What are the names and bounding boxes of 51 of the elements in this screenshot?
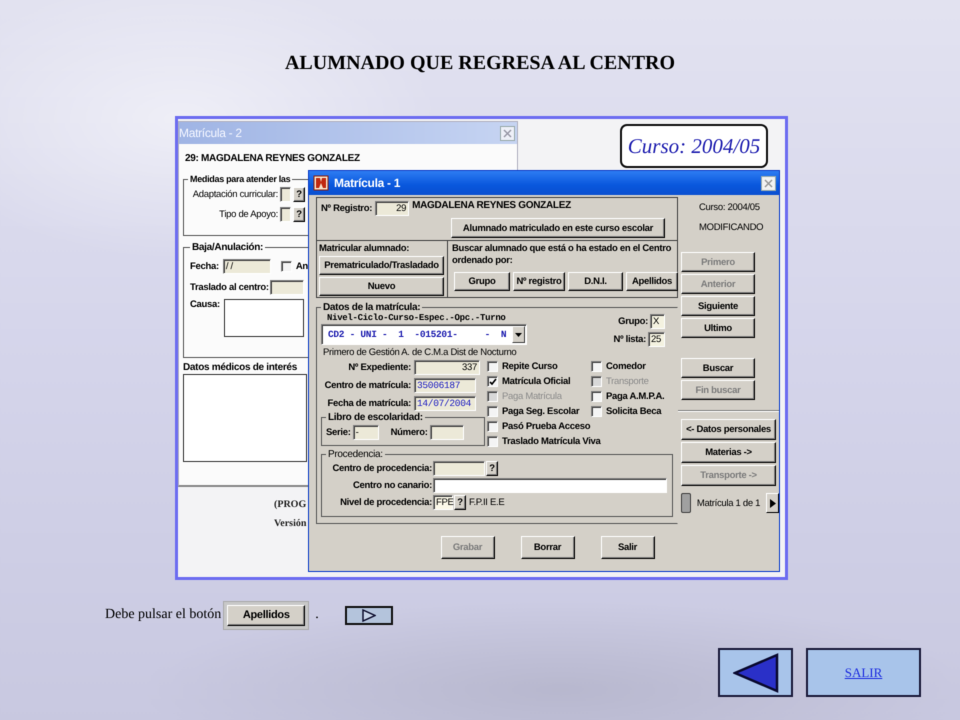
checkbox-label: Repite Curso bbox=[502, 361, 558, 372]
checkbox-label: Traslado Matrícula Viva bbox=[502, 436, 601, 447]
field-label: Nivel de procedencia: bbox=[339, 497, 432, 508]
fieldset-legend: Libro de escolaridad: bbox=[326, 412, 425, 423]
section-label: Datos médicos de interés bbox=[183, 362, 297, 373]
field-label: Centro de procedencia: bbox=[331, 463, 432, 474]
field-label: Centro no canario: bbox=[352, 480, 432, 491]
checkbox-label: An bbox=[296, 260, 308, 272]
fieldset-legend: Procedencia: bbox=[326, 449, 385, 460]
mode-label: MODIFICANDO bbox=[699, 222, 764, 235]
checkbox-label: Transporte bbox=[606, 376, 649, 387]
fieldset-legend: Datos de la matrícula: bbox=[321, 302, 422, 313]
checkbox-label: Pasó Prueba Acceso bbox=[502, 421, 590, 432]
field-label: Centro de matrícula: bbox=[324, 380, 411, 390]
checkbox-label: Solicita Beca bbox=[606, 406, 662, 417]
checkbox-label: Paga A.M.P.A. bbox=[606, 391, 664, 402]
window-title: Matrícula - 1 bbox=[334, 176, 402, 190]
student-name: 29: MAGDALENA REYNES GONZALEZ bbox=[185, 153, 360, 164]
record-counter: Matrícula 1 de 1 bbox=[696, 498, 762, 508]
student-name: MAGDALENA REYNES GONZALEZ bbox=[412, 200, 571, 211]
course-badge: Curso: 2004/05 bbox=[620, 124, 768, 168]
background-text: Versión bbox=[274, 518, 306, 529]
window-title: Matrícula - 2 bbox=[179, 126, 242, 140]
checkbox-label: Matrícula Oficial bbox=[502, 376, 570, 387]
page-title: ALUMNADO QUE REGRESA AL CENTRO bbox=[284, 52, 676, 76]
checkbox-label: Paga Seg. Escolar bbox=[502, 406, 580, 417]
checkbox-label: Comedor bbox=[606, 361, 646, 372]
field-label: Nº lista: bbox=[614, 334, 646, 344]
fieldset-legend: Medidas para atender las bbox=[188, 174, 292, 184]
fieldset-legend: Baja/Anulación: bbox=[190, 242, 266, 253]
section-label: Matricular alumnado: bbox=[319, 243, 410, 254]
course-description: Primero de Gestión A. de C.M.a Dist de Nocturno bbox=[323, 347, 516, 358]
instruction-period: . bbox=[315, 607, 319, 623]
course-label: Curso: 2004/05 bbox=[699, 202, 761, 215]
field-label: Fecha de matrícula: bbox=[326, 398, 411, 408]
section-label: Buscar alumnado que está o ha estado en el Centro ordenado por: bbox=[452, 243, 672, 267]
field-label: Fecha: bbox=[190, 260, 219, 272]
field-label: Adaptación curricular: bbox=[192, 188, 278, 200]
level-description: F.P.II E.E bbox=[469, 497, 504, 508]
field-label: Tipo de Apoyo: bbox=[218, 208, 278, 220]
field-label: Traslado al centro: bbox=[190, 282, 269, 292]
field-label: Causa: bbox=[190, 299, 220, 310]
field-label: Nº Expediente: bbox=[347, 362, 411, 372]
code-format-label: Nivel-Ciclo-Curso-Espec.-Opc.-Turno bbox=[327, 313, 507, 323]
field-label: Serie: bbox=[326, 426, 351, 438]
instruction-text: Debe pulsar el botón bbox=[105, 607, 222, 623]
field-label: Nº Registro: bbox=[321, 202, 372, 214]
field-label: Número: bbox=[390, 426, 428, 438]
field-label: Grupo: bbox=[618, 316, 648, 326]
background-text: (PROG bbox=[274, 499, 306, 510]
checkbox-label: Paga Matrícula bbox=[502, 391, 562, 402]
